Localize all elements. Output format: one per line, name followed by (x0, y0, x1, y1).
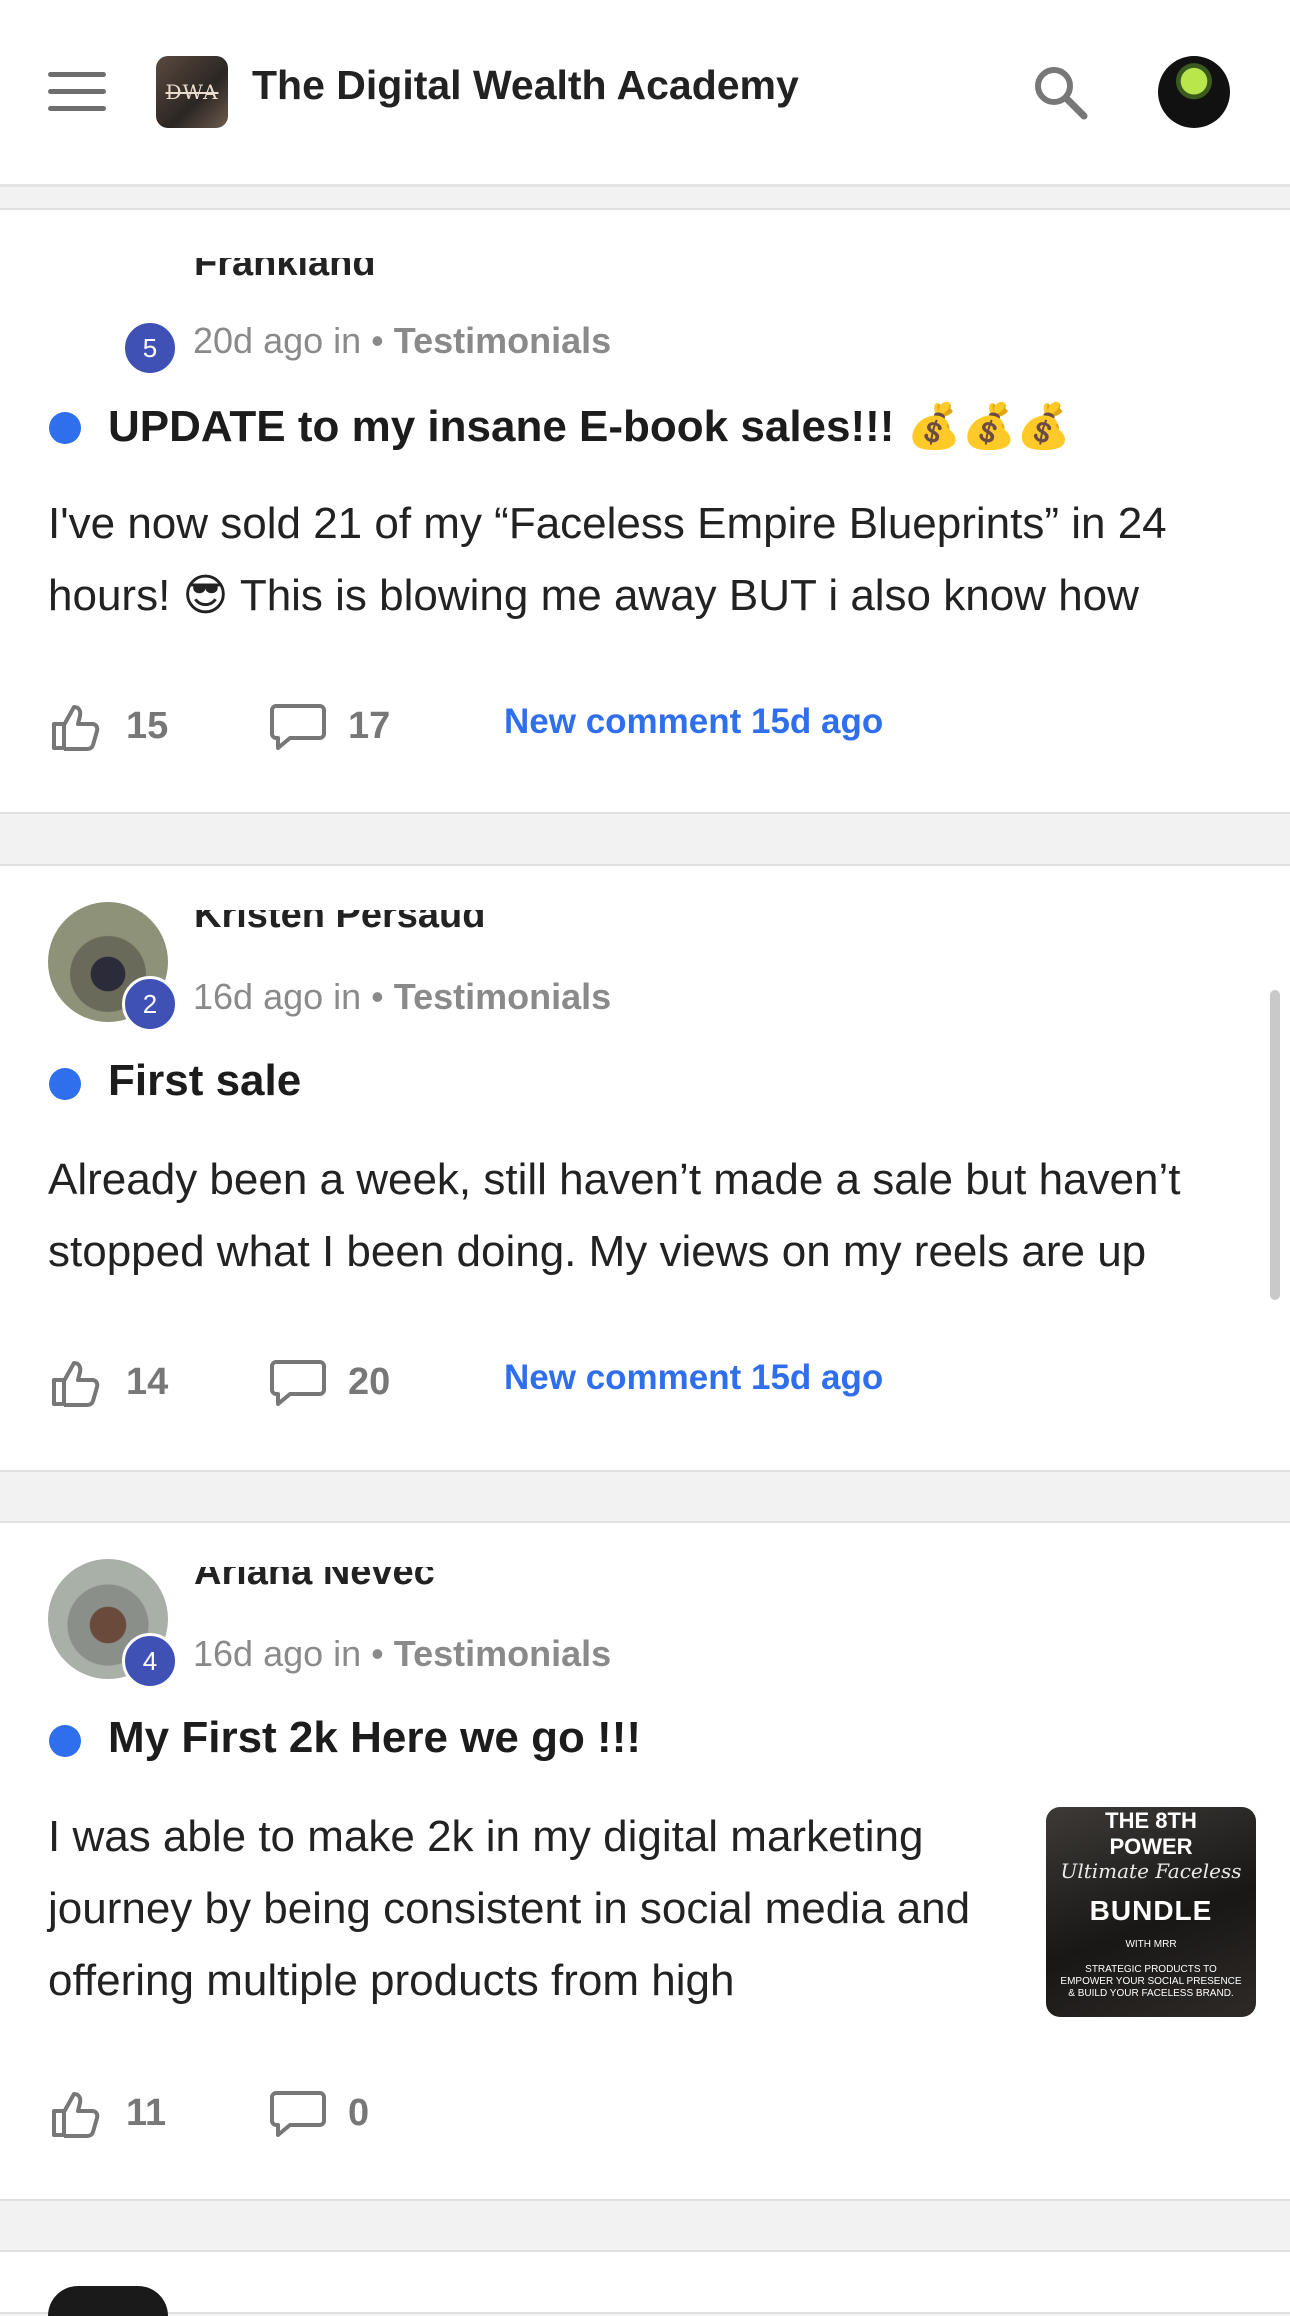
post-author-name[interactable]: Kristen Persaud (194, 910, 485, 936)
post-body-preview[interactable]: Already been a week, still haven’t made … (48, 1144, 1268, 1288)
post-author-name[interactable]: Ariana Nevec (194, 1567, 435, 1593)
post-title[interactable]: UPDATE to my insane E-book sales!!! 💰💰💰 (108, 400, 1071, 452)
thumbnail-line: WITH MRR (1125, 1939, 1177, 1950)
post-card[interactable] (0, 2250, 1290, 2316)
post-category-link[interactable]: Testimonials (394, 976, 611, 1017)
like-button[interactable]: 14 (48, 1350, 168, 1414)
thumbnail-line: THE 8TH (1105, 1808, 1197, 1833)
post-meta: 20d ago in • Testimonials (193, 320, 611, 362)
like-count: 14 (126, 1360, 169, 1403)
new-comment-link[interactable]: New comment 15d ago (504, 702, 883, 742)
thumbnail-line: BUNDLE (1089, 1895, 1213, 1926)
post-body-preview[interactable]: I was able to make 2k in my digital mark… (48, 1801, 1028, 2017)
post-time: 16d ago in • (193, 976, 394, 1017)
comment-icon (270, 1360, 326, 1406)
post-category-link[interactable]: Testimonials (394, 320, 611, 361)
post-category-link[interactable]: Testimonials (394, 1633, 611, 1674)
level-badge: 2 (122, 976, 178, 1032)
search-icon[interactable] (1030, 62, 1090, 122)
comment-count: 0 (348, 2091, 370, 2134)
like-button[interactable]: 11 (48, 2081, 166, 2145)
thumbnail-line: POWER (1109, 1834, 1193, 1859)
thumbs-up-icon (52, 2092, 100, 2138)
comment-count: 17 (348, 704, 391, 747)
unread-dot (49, 412, 81, 444)
post-author-name[interactable]: Frankland (194, 258, 376, 284)
post-meta: 16d ago in • Testimonials (193, 976, 611, 1018)
unread-dot (49, 1725, 81, 1757)
comment-count: 20 (348, 1360, 391, 1403)
author-avatar[interactable] (48, 2286, 168, 2316)
like-button[interactable]: 15 (48, 694, 168, 758)
scrollbar[interactable] (1270, 990, 1280, 1300)
new-comment-link[interactable]: New comment 15d ago (504, 1358, 883, 1398)
like-count: 15 (126, 704, 169, 747)
hamburger-menu-icon[interactable] (48, 72, 106, 112)
post-time: 20d ago in • (193, 320, 394, 361)
post-card[interactable]: Kristen Persaud 2 16d ago in • Testimoni… (0, 864, 1290, 1472)
post-card[interactable]: Ariana Nevec 4 16d ago in • Testimonials… (0, 1521, 1290, 2201)
thumbnail-line: STRATEGIC PRODUCTS TO EMPOWER YOUR SOCIA… (1060, 1964, 1242, 1999)
post-thumbnail[interactable]: THE 8TH POWER Ultimate Faceless BUNDLE W… (1046, 1807, 1256, 2017)
post-title[interactable]: First sale (108, 1056, 301, 1106)
level-badge: 5 (122, 320, 178, 376)
comment-icon (270, 2091, 326, 2137)
thumbnail-line: Ultimate Faceless (1060, 1859, 1242, 1883)
community-title[interactable]: The Digital Wealth Academy (252, 62, 799, 109)
post-time: 16d ago in • (193, 1633, 394, 1674)
post-body-preview[interactable]: I've now sold 21 of my “Faceless Empire … (48, 488, 1268, 632)
comment-button[interactable]: 0 (270, 2081, 369, 2145)
user-avatar[interactable] (1158, 56, 1230, 128)
top-app-bar: DWA The Digital Wealth Academy (0, 0, 1290, 187)
thumbs-up-icon (52, 705, 100, 751)
unread-dot (49, 1068, 81, 1100)
post-card[interactable]: Frankland 5 20d ago in • Testimonials UP… (0, 208, 1290, 814)
comment-icon (270, 704, 326, 750)
post-title[interactable]: My First 2k Here we go !!! (108, 1713, 641, 1763)
post-meta: 16d ago in • Testimonials (193, 1633, 611, 1675)
comment-button[interactable]: 17 (270, 694, 390, 758)
thumbs-up-icon (52, 1361, 100, 1407)
level-badge: 4 (122, 1633, 178, 1689)
comment-button[interactable]: 20 (270, 1350, 390, 1414)
like-count: 11 (126, 2091, 167, 2134)
community-logo[interactable]: DWA (156, 56, 228, 128)
